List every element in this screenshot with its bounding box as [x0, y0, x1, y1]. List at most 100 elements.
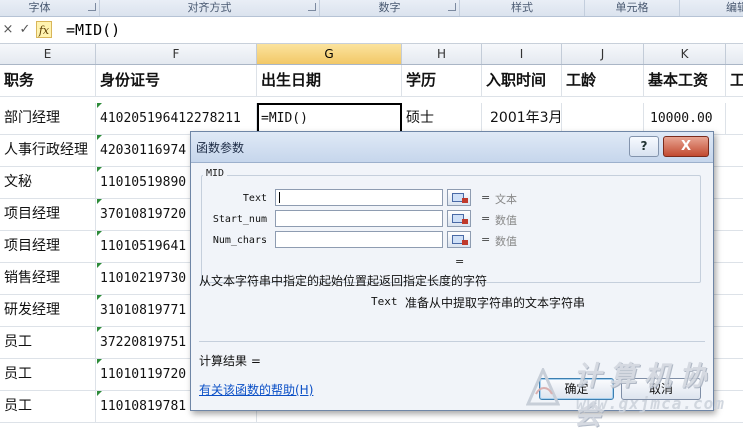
- divider: [199, 341, 705, 342]
- error-indicator-icon: [97, 263, 102, 268]
- dialog-launcher-icon[interactable]: [308, 3, 316, 11]
- arg-hint: 数值: [495, 214, 517, 227]
- id-value: 11010119720: [100, 367, 187, 382]
- insert-function-button[interactable]: fx: [36, 21, 52, 38]
- collapse-dialog-button[interactable]: [447, 189, 471, 206]
- job-cell[interactable]: 人事行政经理: [0, 135, 96, 166]
- enter-icon[interactable]: ✓: [17, 21, 33, 38]
- seniority-cell[interactable]: [562, 103, 644, 134]
- ribbon-group-number[interactable]: 数字: [320, 0, 460, 16]
- ribbon-group-cells[interactable]: 单元格: [585, 0, 680, 16]
- text-caret: [279, 192, 280, 203]
- column-headers: E F G H I J K L: [0, 44, 743, 65]
- hire-date-cell[interactable]: 2001年3月: [482, 103, 562, 134]
- ribbon-group-font[interactable]: 字体: [0, 0, 100, 16]
- ribbon-group-editing[interactable]: 编辑: [680, 0, 743, 16]
- calculation-result: 计算结果 =: [199, 354, 261, 368]
- error-indicator-icon: [97, 103, 102, 108]
- arg-label-num-chars: Num_chars: [212, 235, 267, 246]
- header-cell[interactable]: 基本工资: [644, 65, 726, 96]
- header-cell[interactable]: 学历: [402, 65, 482, 96]
- extra-cell[interactable]: [726, 103, 743, 134]
- error-indicator-icon: [97, 359, 102, 364]
- range-arrow-icon: [462, 219, 468, 224]
- ribbon-group-label: 对齐方式: [187, 1, 232, 14]
- ribbon-group-styles[interactable]: 样式: [460, 0, 585, 16]
- dialog-title-bar[interactable]: 函数参数 ? X: [191, 132, 713, 163]
- arg-input-num-chars[interactable]: [275, 231, 443, 248]
- error-indicator-icon: [97, 327, 102, 332]
- arg-label-text: Text: [242, 193, 267, 204]
- id-value: 11010519890: [100, 175, 187, 190]
- ribbon-group-label: 单元格: [615, 1, 649, 14]
- job-cell[interactable]: 销售经理: [0, 263, 96, 294]
- arg-equals: =: [481, 191, 491, 204]
- column-header-k[interactable]: K: [644, 44, 726, 64]
- column-header-i[interactable]: I: [482, 44, 562, 64]
- ok-button[interactable]: 确定: [539, 378, 614, 400]
- job-cell[interactable]: 文秘: [0, 167, 96, 198]
- column-header-h[interactable]: H: [402, 44, 482, 64]
- function-description: 从文本字符串中指定的起始位置起返回指定长度的字符: [199, 274, 488, 288]
- error-indicator-icon: [97, 231, 102, 236]
- ribbon-group-label: 数字: [378, 1, 401, 14]
- id-value: 410205196412278211: [100, 111, 241, 126]
- header-cell[interactable]: 职务: [0, 65, 96, 96]
- header-cell[interactable]: 入职时间: [482, 65, 562, 96]
- id-value: 11010219730: [100, 271, 187, 286]
- job-cell[interactable]: 员工: [0, 359, 96, 390]
- id-value: 11010819781: [100, 399, 187, 414]
- table-header-row: 职务 身份证号 出生日期 学历 入职时间 工龄 基本工资 工: [0, 65, 743, 97]
- function-help-link[interactable]: 有关该函数的帮助(H): [199, 381, 313, 398]
- header-cell[interactable]: 工: [726, 65, 743, 96]
- column-header-j[interactable]: J: [562, 44, 644, 64]
- salary-cell[interactable]: 10000.00: [644, 103, 726, 134]
- dialog-launcher-icon[interactable]: [88, 3, 96, 11]
- job-cell[interactable]: 研发经理: [0, 295, 96, 326]
- job-cell[interactable]: 员工: [0, 327, 96, 358]
- formula-bar: × ✓ fx =MID(): [0, 17, 743, 44]
- help-button[interactable]: ?: [629, 136, 659, 157]
- range-arrow-icon: [462, 240, 468, 245]
- argument-description: 准备从中提取字符串的文本字符串: [405, 296, 586, 310]
- arg-label-start-num: Start_num: [212, 214, 267, 225]
- ribbon-group-alignment[interactable]: 对齐方式: [100, 0, 320, 16]
- header-cell[interactable]: 出生日期: [257, 65, 402, 96]
- dialog-title: 函数参数: [196, 141, 245, 155]
- close-button[interactable]: X: [663, 136, 709, 157]
- column-header-f[interactable]: F: [96, 44, 257, 64]
- header-cell[interactable]: 身份证号: [96, 65, 257, 96]
- arg-input-start-num[interactable]: [275, 210, 443, 227]
- dialog-launcher-icon[interactable]: [448, 3, 456, 11]
- job-cell[interactable]: 项目经理: [0, 231, 96, 262]
- id-value: 31010819771: [100, 303, 187, 318]
- collapse-dialog-button[interactable]: [447, 210, 471, 227]
- column-header-l[interactable]: L: [726, 44, 743, 64]
- column-header-g[interactable]: G: [257, 44, 402, 64]
- collapse-dialog-button[interactable]: [447, 231, 471, 248]
- arg-equals: =: [481, 233, 491, 246]
- ribbon-group-label: 编辑: [726, 1, 743, 14]
- header-cell[interactable]: 工龄: [562, 65, 644, 96]
- id-value: 11010519641: [100, 239, 187, 254]
- ribbon-group-label: 字体: [28, 1, 51, 14]
- birth-date-cell-active[interactable]: =MID(): [257, 103, 402, 134]
- education-cell[interactable]: 硕士: [402, 103, 482, 134]
- ribbon-group-label: 样式: [511, 1, 533, 14]
- job-cell[interactable]: 部门经理: [0, 103, 96, 134]
- arg-hint: 数值: [495, 235, 517, 248]
- cancel-button[interactable]: 取消: [621, 378, 701, 400]
- argument-name: Text: [371, 295, 398, 308]
- column-header-e[interactable]: E: [0, 44, 96, 64]
- cancel-icon[interactable]: ×: [0, 21, 16, 38]
- id-value: 37010819720: [100, 207, 187, 222]
- job-cell[interactable]: 项目经理: [0, 199, 96, 230]
- arg-input-text[interactable]: [275, 189, 443, 206]
- job-cell[interactable]: 员工: [0, 391, 96, 422]
- id-cell[interactable]: 410205196412278211: [96, 103, 257, 134]
- error-indicator-icon: [97, 391, 102, 396]
- formula-input[interactable]: =MID(): [66, 21, 120, 39]
- arg-hint: 文本: [495, 193, 517, 206]
- range-arrow-icon: [462, 198, 468, 203]
- function-arguments-dialog: 函数参数 ? X MID Text = 文本 Start_num = 数值 Nu…: [190, 131, 714, 411]
